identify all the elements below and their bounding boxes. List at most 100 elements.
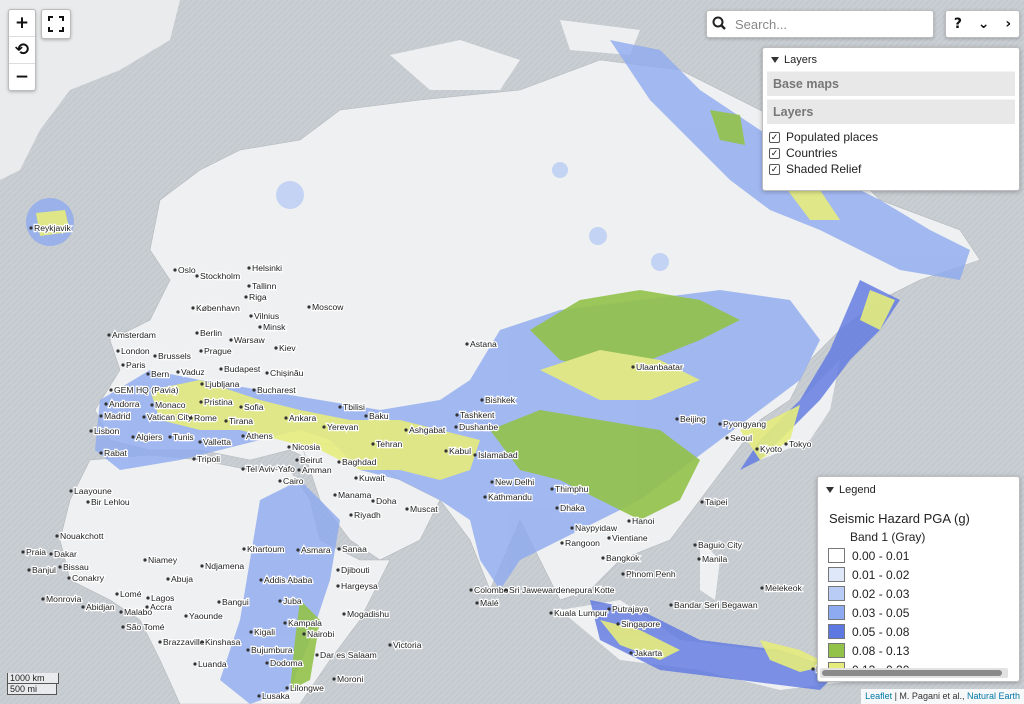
city-marker	[693, 543, 697, 547]
city-label: Thimphu	[555, 484, 589, 494]
city-label: Ljubljana	[205, 379, 240, 389]
layer-row-countries[interactable]: ✓ Countries	[763, 145, 1019, 161]
base-maps-section[interactable]: Base maps	[767, 71, 1015, 96]
city-label: Oslo	[178, 265, 196, 275]
chevron-right-icon[interactable]: ›	[1005, 16, 1011, 32]
city-label: Sanaa	[342, 544, 367, 554]
city-marker	[200, 382, 204, 386]
legend-scrollbar[interactable]	[820, 668, 1008, 678]
city-label: Islamabad	[478, 450, 518, 460]
reset-view-button[interactable]: ⟲	[9, 37, 35, 64]
checkbox-icon[interactable]: ✓	[769, 163, 780, 175]
zoom-in-button[interactable]: +	[9, 10, 35, 37]
city-label: Ulaanbaatar	[636, 362, 683, 372]
city-marker	[158, 640, 162, 644]
city-label: Baghdad	[342, 457, 377, 467]
city-marker	[249, 630, 253, 634]
city-marker	[109, 388, 113, 392]
legend-panel: Legend Seismic Hazard PGA (g) Band 1 (Gr…	[817, 476, 1020, 682]
city-label: Rome	[194, 413, 217, 423]
search-input[interactable]	[733, 15, 917, 33]
city-marker	[198, 440, 202, 444]
legend-header[interactable]: Legend	[818, 477, 1019, 497]
city-label: Tunis	[173, 432, 194, 442]
city-label: Madrid	[104, 411, 130, 421]
checkbox-icon[interactable]: ✓	[769, 131, 780, 143]
layer-row-populated-places[interactable]: ✓ Populated places	[763, 129, 1019, 145]
city-label: Andorra	[109, 399, 140, 409]
city-marker	[176, 370, 180, 374]
city-label: Bishkek	[485, 395, 516, 405]
leaflet-link[interactable]: Leaflet	[865, 691, 892, 701]
zoom-out-button[interactable]: −	[9, 64, 35, 90]
city-marker	[669, 603, 673, 607]
city-label: Tripoli	[197, 454, 220, 464]
legend-scrollbar-thumb[interactable]	[822, 670, 1002, 676]
city-label: Bangkok	[606, 553, 640, 563]
city-label: Rangoon	[565, 538, 600, 548]
help-button[interactable]: ?	[954, 16, 962, 32]
city-label: Conakry	[72, 573, 105, 583]
city-marker	[700, 500, 704, 504]
city-marker	[629, 651, 633, 655]
city-marker	[342, 612, 346, 616]
city-label: Taipei	[705, 497, 728, 507]
city-marker	[49, 552, 53, 556]
layers-panel-header[interactable]: Layers	[763, 48, 1019, 67]
city-label: New Delhi	[495, 477, 534, 487]
city-marker	[333, 493, 337, 497]
city-marker	[58, 565, 62, 569]
city-label: Doha	[376, 496, 397, 506]
city-marker	[241, 434, 245, 438]
checkbox-icon[interactable]: ✓	[769, 147, 780, 159]
city-label: Kuwait	[359, 473, 385, 483]
fullscreen-button[interactable]	[41, 9, 71, 39]
city-marker	[142, 415, 146, 419]
city-label: Helsinki	[252, 263, 282, 273]
city-marker	[166, 577, 170, 581]
city-label: Kampala	[288, 618, 322, 628]
city-label: Kabul	[449, 446, 471, 456]
legend-items: 0.00 - 0.01 0.01 - 0.02 0.02 - 0.03 0.03 - …	[818, 546, 1019, 679]
city-marker	[627, 519, 631, 523]
city-label: Bujumbura	[251, 645, 293, 655]
city-marker	[475, 601, 479, 605]
city-label: Lisbon	[94, 426, 120, 436]
city-label: Manama	[338, 490, 372, 500]
city-marker	[454, 425, 458, 429]
layers-section[interactable]: Layers	[767, 99, 1015, 124]
search-icon	[712, 16, 726, 30]
city-marker	[229, 338, 233, 342]
city-label: Budapest	[224, 364, 261, 374]
city-label: Vilnius	[254, 311, 279, 321]
city-label: Riga	[249, 292, 267, 302]
city-marker	[473, 453, 477, 457]
city-label: Tbilisi	[343, 402, 365, 412]
city-marker	[560, 541, 564, 545]
city-marker	[570, 526, 574, 530]
scale-km: 1000 km	[7, 673, 59, 684]
legend-item: 0.08 - 0.13	[828, 641, 1019, 660]
city-label: Yerevan	[327, 422, 358, 432]
legend-band-label: Band 1 (Gray)	[850, 530, 926, 544]
city-marker	[119, 610, 123, 614]
city-label: Hargeysa	[341, 581, 378, 591]
city-label: Kyoto	[760, 444, 782, 454]
natural-earth-link[interactable]: Natural Earth	[967, 691, 1020, 701]
city-marker	[607, 607, 611, 611]
city-marker	[295, 458, 299, 462]
layer-label: Populated places	[786, 130, 879, 144]
chevron-down-icon[interactable]: ⌄	[978, 16, 990, 32]
city-label: Stockholm	[200, 271, 240, 281]
layers-panel: Layers Base maps Layers ✓ Populated plac…	[762, 47, 1020, 191]
city-label: Melekeok	[765, 583, 802, 593]
city-label: Dhaka	[560, 503, 585, 513]
city-marker	[121, 625, 125, 629]
layer-row-shaded-relief[interactable]: ✓ Shaded Relief	[763, 161, 1019, 177]
city-marker	[631, 365, 635, 369]
city-marker	[388, 643, 392, 647]
city-marker	[189, 416, 193, 420]
city-marker	[455, 413, 459, 417]
city-label: Tashkent	[460, 410, 495, 420]
city-label: Warsaw	[234, 335, 266, 345]
